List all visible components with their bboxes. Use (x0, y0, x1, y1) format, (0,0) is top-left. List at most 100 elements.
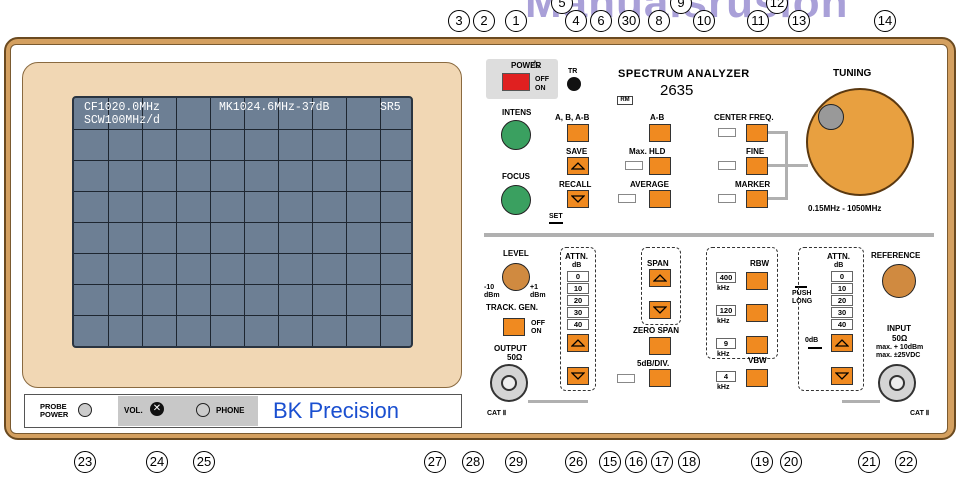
callout-19: 19 (751, 451, 773, 473)
a-b-label: A-B (650, 113, 665, 122)
callout-1: 1 (505, 10, 527, 32)
phone-jack[interactable] (196, 403, 210, 417)
attn-left-20: 20 (567, 295, 589, 306)
rbw-9-unit: kHz (717, 351, 730, 358)
save-label: SAVE (566, 147, 588, 156)
attn-right-0: 0 (831, 271, 853, 282)
rbw-400-button[interactable] (746, 272, 768, 290)
span-down-button[interactable] (649, 301, 671, 319)
input-bnc-connector[interactable] (878, 364, 916, 402)
callout-28: 28 (462, 451, 484, 473)
callout-2: 2 (473, 10, 495, 32)
attn-left-up-button[interactable] (567, 334, 589, 352)
output-bnc-connector[interactable] (490, 364, 528, 402)
up-arrow-icon (835, 339, 849, 347)
vbw-4-unit: kHz (717, 384, 730, 391)
level-knob[interactable] (502, 263, 530, 291)
save-button[interactable] (567, 157, 589, 175)
callout-25: 25 (193, 451, 215, 473)
attn-left-title: ATTN. (565, 252, 588, 261)
attn-right-40: 40 (831, 319, 853, 330)
vbw-4: 4 (716, 371, 736, 382)
volume-knob[interactable]: ✕ (150, 402, 164, 416)
attn-right-down-button[interactable] (831, 367, 853, 385)
screen-span: SCW100MHz/d (84, 114, 160, 127)
callout-24: 24 (146, 451, 168, 473)
callout-27: 27 (424, 451, 446, 473)
reference-label: REFERENCE (871, 251, 921, 260)
attn-left-30: 30 (567, 307, 589, 318)
maxhld-button[interactable] (649, 157, 671, 175)
input-max-1: max. + 10dBm (876, 344, 924, 351)
focus-knob[interactable] (501, 185, 531, 215)
probe-power-jack[interactable] (78, 403, 92, 417)
callout-10: 10 (693, 10, 715, 32)
attn-left-unit: dB (572, 262, 582, 269)
maxhld-led (625, 161, 643, 170)
set-label: SET (549, 213, 563, 220)
tuning-range: 0.15MHz - 1050MHz (808, 204, 882, 213)
rbw-120-button[interactable] (746, 304, 768, 322)
reference-knob[interactable] (882, 264, 916, 298)
callout-6: 6 (590, 10, 612, 32)
attn-left-down-button[interactable] (567, 367, 589, 385)
input-max-2: max. ±25VDC (876, 352, 921, 359)
up-arrow-icon (571, 339, 585, 347)
tr-label: TR (568, 68, 578, 75)
tuning-finger-dimple (818, 104, 844, 130)
db-div-led (617, 374, 635, 383)
tr-trimmer[interactable] (567, 77, 581, 91)
attn-right-20: 20 (831, 295, 853, 306)
vbw-button[interactable] (746, 369, 768, 387)
average-label: AVERAGE (630, 180, 669, 189)
average-button[interactable] (649, 190, 671, 208)
rbw-label: RBW (750, 259, 770, 268)
callout-11: 11 (747, 10, 769, 32)
tuning-knob[interactable] (806, 88, 914, 196)
callout-16: 16 (625, 451, 647, 473)
a-b-button[interactable] (649, 124, 671, 142)
callout-21: 21 (858, 451, 880, 473)
callout-18: 18 (678, 451, 700, 473)
attn-left-0: 0 (567, 271, 589, 282)
center-freq-button[interactable] (746, 124, 768, 142)
ab-button[interactable] (567, 124, 589, 142)
intens-knob[interactable] (501, 120, 531, 150)
down-arrow-icon (835, 372, 849, 380)
device-title: SPECTRUM ANALYZER (618, 68, 750, 80)
vol-label: VOL. (124, 406, 143, 415)
attn-right-title: ATTN. (827, 252, 850, 261)
rbw-9-button[interactable] (746, 336, 768, 354)
center-freq-label: CENTER FREQ. (714, 113, 774, 122)
input-cat: CAT Ⅱ (910, 410, 930, 417)
marker-button[interactable] (746, 190, 768, 208)
screen-sr: SR5 (380, 101, 401, 114)
model-number: 2635 (660, 82, 694, 99)
attn-left-10: 10 (567, 283, 589, 294)
zero-span-button[interactable] (649, 337, 671, 355)
db-div-button[interactable] (649, 369, 671, 387)
power-off-label: OFF (535, 76, 549, 83)
power-switch[interactable] (502, 73, 530, 91)
attn-right-10: 10 (831, 283, 853, 294)
recall-button[interactable] (567, 190, 589, 208)
fine-led (718, 161, 736, 170)
track-gen-button[interactable] (503, 318, 525, 336)
down-arrow-icon (653, 306, 667, 314)
brand-logo-text: BK Precision (273, 398, 399, 423)
average-led (618, 194, 636, 203)
screen-center-freq: CF1020.0MHz (84, 101, 160, 114)
rbw-400-unit: kHz (717, 285, 730, 292)
intens-label: INTENS (502, 108, 532, 117)
attn-right-up-button[interactable] (831, 334, 853, 352)
callout-30: 30 (618, 10, 640, 32)
down-arrow-icon (571, 372, 585, 380)
callout-13: 13 (788, 10, 810, 32)
callout-29: 29 (505, 451, 527, 473)
callout-3: 3 (448, 10, 470, 32)
span-up-button[interactable] (649, 269, 671, 287)
rm-indicator: RM (617, 96, 633, 105)
callout-23: 23 (74, 451, 96, 473)
screen-marker: MK1024.6MHz-37dB (219, 101, 330, 114)
fine-button[interactable] (746, 157, 768, 175)
